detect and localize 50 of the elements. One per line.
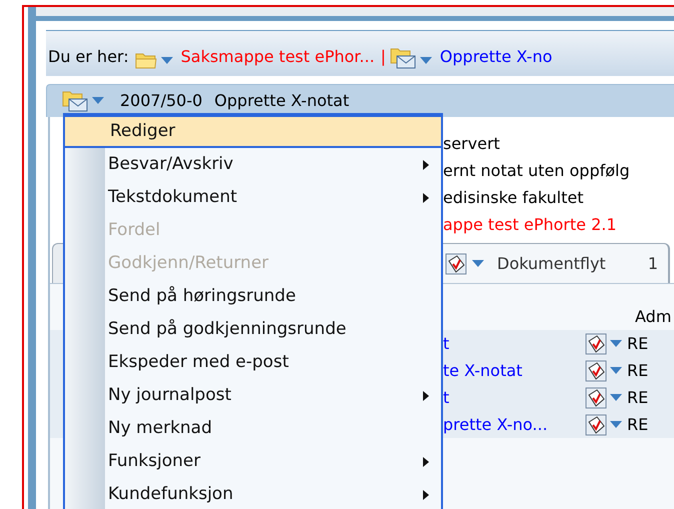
folder-envelope-icon	[62, 90, 88, 112]
clipboard-check-icon[interactable]	[585, 332, 607, 354]
caret-icon[interactable]	[610, 420, 622, 428]
clipboard-check-icon[interactable]	[445, 252, 467, 274]
menu-item[interactable]: Kundefunksjon	[65, 478, 441, 509]
detail-text: ernt notat uten oppfølg	[443, 160, 631, 182]
menu-item[interactable]: Ekspeder med e-post	[65, 346, 441, 379]
submenu-arrow-icon	[423, 192, 429, 202]
caret-icon[interactable]	[610, 366, 622, 374]
menu-item[interactable]: Ny merknad	[65, 412, 441, 445]
folder-envelope-icon	[390, 47, 416, 69]
menu-item[interactable]: Rediger	[63, 115, 443, 148]
caret-icon[interactable]	[160, 57, 173, 65]
record-number: 2007/50-0	[120, 90, 202, 112]
breadcrumb-label: Du er her:	[48, 46, 129, 68]
table-cell-text: RE	[627, 386, 648, 408]
breadcrumb-link[interactable]: Opprette X-no	[440, 45, 552, 69]
caret-icon[interactable]	[92, 97, 104, 105]
table-cell-text: RE	[627, 332, 648, 354]
caret-icon[interactable]	[420, 57, 432, 65]
menu-item[interactable]: Besvar/Avskriv	[65, 148, 441, 181]
column-header: Adm	[635, 306, 672, 328]
menu-item[interactable]: Funksjoner	[65, 445, 441, 478]
menu-item[interactable]: Send på høringsrunde	[65, 280, 441, 313]
table-cell-text: RE	[627, 414, 648, 436]
document-link[interactable]: prette X-no...	[443, 412, 585, 436]
submenu-arrow-icon	[423, 456, 429, 466]
record-title: Opprette X-notat	[214, 90, 350, 112]
detail-text: appe test ePhorte 2.1	[443, 214, 618, 236]
tab-edge[interactable]	[52, 243, 64, 283]
menu-item[interactable]: Ny journalpost	[65, 379, 441, 412]
caret-icon[interactable]	[472, 260, 484, 268]
menu-item[interactable]: Tekstdokument	[65, 181, 441, 214]
menu-item[interactable]: Send på godkjenningsrunde	[65, 313, 441, 346]
submenu-arrow-icon	[423, 390, 429, 400]
document-link[interactable]: t	[443, 386, 585, 410]
clipboard-check-icon[interactable]	[585, 414, 607, 436]
submenu-arrow-icon	[423, 160, 429, 170]
detail-text: edisinske fakultet	[443, 187, 585, 209]
document-link[interactable]: t	[443, 332, 585, 356]
table-cell-text: RE	[627, 360, 648, 382]
caret-icon[interactable]	[610, 340, 622, 348]
breadcrumb-separator: |	[380, 46, 386, 68]
folder-icon	[134, 51, 157, 69]
document-link[interactable]: te X-notat	[443, 358, 585, 382]
caret-icon[interactable]	[610, 394, 622, 402]
submenu-arrow-icon	[423, 490, 429, 500]
clipboard-check-icon[interactable]	[585, 386, 607, 408]
clipboard-check-icon[interactable]	[585, 360, 607, 382]
detail-text: servert	[443, 133, 501, 155]
